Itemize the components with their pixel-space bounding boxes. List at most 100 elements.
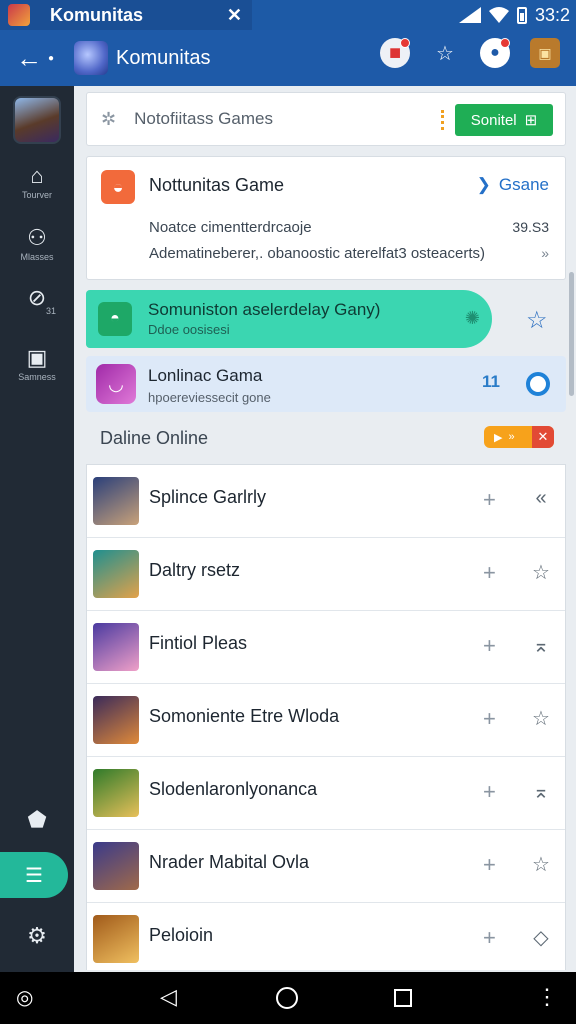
browser-tab[interactable]: Komunitas ✕ xyxy=(0,0,252,30)
add-icon[interactable]: + xyxy=(483,560,496,586)
search-button[interactable]: Sonitel ⊞ xyxy=(455,104,553,136)
star-icon[interactable]: ☆ xyxy=(529,706,553,731)
collapse-icon[interactable]: ⌅ xyxy=(529,633,553,658)
add-icon[interactable]: + xyxy=(483,779,496,805)
profile-icon: ⚇ xyxy=(27,225,47,250)
game-avatar xyxy=(93,696,139,744)
status-bar: Komunitas ✕ 33:2 xyxy=(0,0,576,30)
sidebar-item-profile[interactable]: ⚇ Mlasses xyxy=(0,225,74,263)
game-name: Somoniente Etre Wloda xyxy=(149,706,340,726)
close-tab-icon[interactable]: ✕ xyxy=(227,5,242,26)
add-icon[interactable]: + xyxy=(483,706,496,732)
featured-link-label: Gsane xyxy=(498,175,549,194)
recents-square-icon[interactable] xyxy=(394,989,412,1007)
app-title: Komunitas xyxy=(116,46,211,69)
game-name: Daltry rsetz xyxy=(149,560,241,580)
game-avatar: ◡ xyxy=(96,364,136,404)
chevron-right-icon[interactable]: » xyxy=(541,245,549,261)
game-avatar xyxy=(93,623,139,671)
gift-icon[interactable]: ■ xyxy=(380,38,410,68)
star-icon[interactable]: ☆ xyxy=(526,306,548,335)
play-icon: ▶ xyxy=(494,431,503,444)
home-icon: ⌂ xyxy=(30,163,44,188)
sidebar-item-home[interactable]: ⌂ Tourver xyxy=(0,163,74,201)
game-avatar xyxy=(93,915,139,963)
gear-icon: ⚙ xyxy=(27,923,47,948)
game-avatar xyxy=(93,550,139,598)
tab-title: Komunitas xyxy=(50,4,144,25)
clock: 33:2 xyxy=(534,4,570,25)
game-name: Splince Garlrly xyxy=(149,487,267,507)
diamond-icon[interactable]: ◇ xyxy=(529,925,553,950)
search-input[interactable]: Notofiitass Games xyxy=(134,109,273,129)
sidebar-item-label: Samness xyxy=(18,372,56,382)
list-item[interactable]: Peloioin + ◇ xyxy=(87,903,565,976)
section-header: Daline Online ▶ » ✕ xyxy=(86,414,566,462)
featured-title: Nottunitas Game xyxy=(149,175,285,195)
more-vert-icon[interactable]: ⋮ xyxy=(536,984,558,1010)
highlight-subtitle: hpoereviessecit gone xyxy=(148,390,271,405)
highlight-count: 11 xyxy=(482,372,500,391)
system-nav-bar: ◎ ◁ ⋮ xyxy=(0,972,576,1024)
star-icon[interactable]: ☆ xyxy=(529,852,553,877)
signal-icon xyxy=(458,7,481,23)
controller-icon: ◓ xyxy=(98,302,132,336)
back-arrow-icon[interactable]: ← xyxy=(16,43,42,74)
wifi-icon xyxy=(488,7,509,23)
highlight-blue-item[interactable]: ◡ Lonlinac Gama hpoereviessecit gone 11 xyxy=(86,356,566,412)
app-logo xyxy=(74,41,109,75)
add-icon[interactable]: + xyxy=(483,487,496,513)
list-item[interactable]: Slodenlaronlyonanca + ⌅ xyxy=(87,757,565,830)
add-icon[interactable]: + xyxy=(483,633,496,659)
list-item[interactable]: Nrader Mabital Ovla + ☆ xyxy=(87,830,565,903)
sidebar-item-games[interactable]: ▣ Samness xyxy=(0,346,74,383)
back-triangle-icon[interactable]: ◁ xyxy=(160,984,177,1010)
featured-description: Noatce cimentterdrcaoje xyxy=(149,219,312,236)
app-bar-actions: ■ ☆ ● ▣ xyxy=(380,38,560,68)
chevron-left-icon[interactable]: « xyxy=(529,487,553,510)
search-button-label: Sonitel xyxy=(470,111,517,129)
sidebar-item-explore[interactable]: ⊘ 31 xyxy=(0,286,74,317)
store-icon: ⬟ xyxy=(27,807,47,832)
star-icon[interactable]: ☆ xyxy=(529,560,553,585)
search-bar[interactable]: ✲ Notofiitass Games Sonitel ⊞ xyxy=(86,92,566,146)
favorite-star-icon[interactable]: ☆ xyxy=(430,38,460,68)
list-icon: ☰ xyxy=(25,864,43,887)
dropdown-indicator-icon[interactable]: ● xyxy=(48,53,54,64)
close-icon[interactable]: ✕ xyxy=(532,426,554,448)
list-item[interactable]: Splince Garlrly + « xyxy=(87,465,565,538)
featured-game-card[interactable]: ◒ Nottunitas Game ❯ Gsane Noatce cimentte… xyxy=(86,156,566,280)
sidebar-item-settings[interactable]: ⚙ xyxy=(0,924,74,948)
list-item[interactable]: Somoniente Etre Wloda + ☆ xyxy=(87,684,565,757)
tab-favicon xyxy=(8,4,30,26)
featured-link[interactable]: ❯ Gsane xyxy=(477,175,549,195)
loading-icon: ✺ xyxy=(464,308,480,328)
chat-icon[interactable]: ● xyxy=(480,38,510,68)
game-name: Nrader Mabital Ovla xyxy=(149,852,310,872)
sidebar-item-label: Tourver xyxy=(21,190,52,200)
game-avatar xyxy=(93,477,139,525)
list-item[interactable]: Fintiol Pleas + ⌅ xyxy=(87,611,565,684)
highlight-green-item[interactable]: ◓ Somuniston aselerdelay Gany) Ddoe oosi… xyxy=(86,290,492,348)
live-badge[interactable]: ▶ » ✕ xyxy=(484,426,554,448)
game-name: Peloioin xyxy=(149,925,214,945)
radio-icon[interactable] xyxy=(526,372,550,396)
add-icon[interactable]: + xyxy=(483,925,496,951)
highlight-title: Lonlinac Gama xyxy=(148,366,263,385)
highlight-title: Somuniston aselerdelay Gany) xyxy=(148,300,381,319)
add-icon[interactable]: + xyxy=(483,852,496,878)
collapse-icon[interactable]: ⌅ xyxy=(529,779,553,804)
loading-spinner-icon: ✲ xyxy=(101,108,117,129)
user-avatar[interactable] xyxy=(13,96,61,144)
list-item[interactable]: Daltry rsetz + ☆ xyxy=(87,538,565,611)
scrollbar[interactable] xyxy=(569,272,574,396)
home-circle-icon[interactable] xyxy=(276,987,298,1009)
featured-value: 39.S3 xyxy=(512,219,549,235)
assistant-icon[interactable]: ◎ xyxy=(16,985,33,1010)
app-bar: ← ● Komunitas ■ ☆ ● ▣ xyxy=(0,30,576,86)
treasure-chest-icon[interactable]: ▣ xyxy=(530,38,560,68)
featured-subtext: Adematineberer,. obanoostic aterelfat3 o… xyxy=(149,245,486,262)
sidebar-item-list-active[interactable]: ☰ xyxy=(0,852,68,898)
sidebar-item-store[interactable]: ⬟ xyxy=(0,808,74,832)
game-controller-icon: ◒ xyxy=(101,170,135,204)
